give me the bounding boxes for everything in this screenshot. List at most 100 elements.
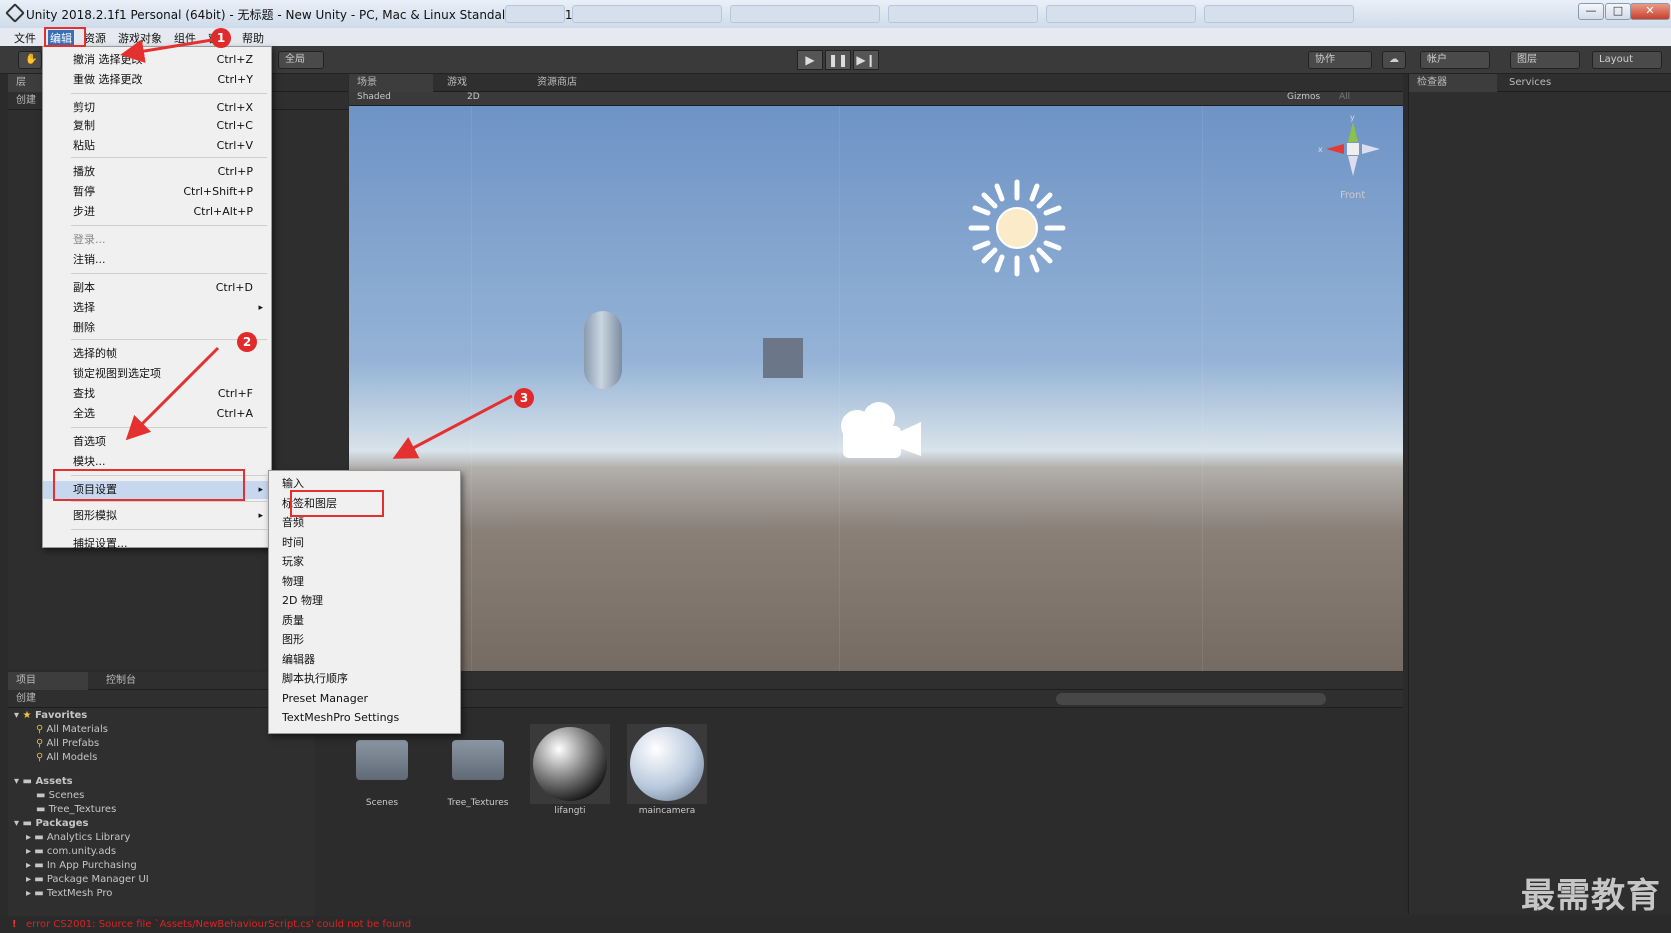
taskbar-tab[interactable] bbox=[505, 5, 565, 23]
tree-item[interactable]: ▸ ▬ In App Purchasing bbox=[26, 860, 137, 871]
tree-item-label: All Prefabs bbox=[46, 738, 100, 749]
tab-console[interactable]: 控制台 bbox=[98, 672, 178, 690]
collab-dropdown[interactable]: 协作 bbox=[1308, 51, 1372, 69]
asset-folder[interactable]: Tree_Textures bbox=[438, 740, 518, 808]
cube-object[interactable] bbox=[763, 338, 803, 378]
project-settings-item[interactable]: 物理 bbox=[269, 573, 460, 591]
project-settings-item[interactable]: 脚本执行顺序 bbox=[269, 670, 460, 688]
edit-menu-item[interactable]: 复制 Ctrl+C bbox=[43, 117, 271, 135]
tab-asset-store[interactable]: 资源商店 bbox=[529, 74, 629, 92]
menu-help[interactable]: 帮助 bbox=[242, 30, 264, 46]
edit-menu-item[interactable]: 首选项 bbox=[43, 433, 271, 451]
taskbar-tab[interactable] bbox=[888, 5, 1038, 23]
submenu-item-label: 物理 bbox=[282, 574, 304, 588]
project-settings-item[interactable]: 时间 bbox=[269, 534, 460, 552]
close-button[interactable]: ✕ bbox=[1630, 3, 1670, 20]
edit-menu-item[interactable]: 步进 Ctrl+Alt+P bbox=[43, 203, 271, 221]
edit-menu-item[interactable]: 撤消 选择更改 Ctrl+Z bbox=[43, 51, 271, 69]
taskbar-tab[interactable] bbox=[1046, 5, 1196, 23]
maximize-button[interactable]: □ bbox=[1605, 3, 1631, 20]
camera-icon[interactable] bbox=[829, 396, 929, 466]
tree-item[interactable]: ⚲ All Models bbox=[36, 752, 97, 763]
hand-tool-button[interactable]: ✋ bbox=[18, 51, 42, 69]
tree-item[interactable]: ▸ ▬ Package Manager UI bbox=[26, 874, 149, 885]
submenu-item-label: 玩家 bbox=[282, 555, 304, 568]
asset-folder[interactable]: Scenes bbox=[342, 740, 422, 808]
scene-search[interactable]: All bbox=[1339, 92, 1350, 102]
edit-menu-item[interactable]: 粘贴 Ctrl+V bbox=[43, 137, 271, 155]
menu-item-label: 锁定视图到选定项 bbox=[73, 367, 161, 380]
edit-menu-item[interactable]: 播放 Ctrl+P bbox=[43, 163, 271, 181]
layers-dropdown[interactable]: 图层 bbox=[1510, 51, 1580, 69]
layout-dropdown[interactable]: Layout bbox=[1592, 51, 1662, 69]
edit-menu-item[interactable]: 暂停 Ctrl+Shift+P bbox=[43, 183, 271, 201]
project-settings-item[interactable]: Preset Manager bbox=[269, 690, 460, 708]
scene-viewport[interactable] bbox=[349, 106, 1403, 671]
tab-game[interactable]: 游戏 bbox=[439, 74, 519, 92]
edit-menu-item[interactable]: 全选 Ctrl+A bbox=[43, 405, 271, 423]
tree-item[interactable]: ▸ ▬ com.unity.ads bbox=[26, 846, 116, 857]
edit-menu-item[interactable]: 登录... bbox=[43, 231, 271, 249]
asset-material[interactable]: maincamera bbox=[627, 724, 707, 816]
project-create-dropdown[interactable]: 创建 bbox=[8, 690, 36, 708]
tree-item[interactable]: ⚲ All Materials bbox=[36, 724, 108, 735]
menu-item-label: 查找 bbox=[73, 387, 95, 400]
tree-item[interactable]: ▸ ▬ TextMesh Pro bbox=[26, 888, 112, 899]
edit-menu-item[interactable]: 重做 选择更改 Ctrl+Y bbox=[43, 71, 271, 89]
play-button[interactable]: ▶ bbox=[797, 50, 823, 70]
capsule-object[interactable] bbox=[584, 311, 622, 389]
grid-line bbox=[839, 106, 840, 671]
taskbar-tab[interactable] bbox=[572, 5, 722, 23]
tab-scene[interactable]: 场景 bbox=[349, 74, 433, 92]
taskbar-tab[interactable] bbox=[1204, 5, 1354, 23]
tree-item[interactable]: ▬ Tree_Textures bbox=[36, 804, 116, 815]
create-dropdown[interactable]: 创建 bbox=[8, 92, 36, 110]
project-settings-item[interactable]: 编辑器 bbox=[269, 651, 460, 669]
edit-menu-item[interactable]: 查找 Ctrl+F bbox=[43, 385, 271, 403]
project-settings-item[interactable]: 图形 bbox=[269, 631, 460, 649]
tab-services[interactable]: Services bbox=[1501, 74, 1581, 92]
tree-item[interactable]: ▬ Scenes bbox=[36, 790, 84, 801]
edit-menu-item[interactable]: 剪切 Ctrl+X bbox=[43, 99, 271, 117]
project-settings-item[interactable]: 2D 物理 bbox=[269, 592, 460, 610]
edit-menu-item[interactable]: 删除 bbox=[43, 319, 271, 337]
taskbar-tab[interactable] bbox=[730, 5, 880, 23]
project-settings-item[interactable]: 玩家 bbox=[269, 553, 460, 571]
favorites-label[interactable]: ▾ ★ Favorites bbox=[14, 710, 87, 721]
menu-gameobject[interactable]: 游戏对象 bbox=[118, 30, 162, 46]
menu-item-shortcut: Ctrl+X bbox=[216, 101, 253, 114]
edit-menu-item[interactable]: 锁定视图到选定项 bbox=[43, 365, 271, 383]
directional-light-icon[interactable] bbox=[967, 178, 1067, 278]
edit-menu-item[interactable]: 选择 ▸ bbox=[43, 299, 271, 317]
step-button[interactable]: ▶❙ bbox=[853, 50, 879, 70]
tab-inspector[interactable]: 检查器 bbox=[1409, 74, 1497, 92]
status-bar[interactable]: ! error CS2001: Source file `Assets/NewB… bbox=[0, 916, 1671, 933]
tree-item[interactable]: ▸ ▬ Analytics Library bbox=[26, 832, 130, 843]
global-toggle[interactable]: 全局 bbox=[278, 51, 324, 69]
minimize-button[interactable]: — bbox=[1578, 3, 1604, 20]
packages-folder[interactable]: ▾ ▬ Packages bbox=[14, 818, 88, 829]
project-settings-item[interactable]: 质量 bbox=[269, 612, 460, 630]
shading-mode-dropdown[interactable]: Shaded bbox=[357, 92, 391, 102]
menu-component[interactable]: 组件 bbox=[174, 30, 196, 46]
asset-material[interactable]: lifangti bbox=[530, 724, 610, 816]
pause-button[interactable]: ❚❚ bbox=[825, 50, 851, 70]
assets-folder[interactable]: ▾ ▬ Assets bbox=[14, 776, 73, 787]
edit-menu-item[interactable]: 图形模拟 ▸ bbox=[43, 507, 271, 525]
scene-orientation-gizmo[interactable]: y x Front bbox=[1318, 112, 1388, 202]
edit-menu-item[interactable]: 选择的帧 bbox=[43, 345, 271, 363]
tree-item[interactable]: ⚲ All Prefabs bbox=[36, 738, 99, 749]
tab-project[interactable]: 项目 bbox=[8, 672, 88, 690]
title-bar: Unity 2018.2.1f1 Personal (64bit) - 无标题 … bbox=[0, 0, 1671, 28]
menu-assets[interactable]: 资源 bbox=[84, 30, 106, 46]
menu-file[interactable]: 文件 bbox=[14, 30, 36, 46]
2d-toggle[interactable]: 2D bbox=[467, 92, 480, 102]
gizmos-dropdown[interactable]: Gizmos bbox=[1287, 92, 1320, 102]
edit-menu-item[interactable]: 副本 Ctrl+D bbox=[43, 279, 271, 297]
edit-menu-item[interactable]: 注销... bbox=[43, 251, 271, 269]
project-search-input[interactable] bbox=[1056, 693, 1326, 705]
cloud-icon[interactable]: ☁ bbox=[1382, 51, 1406, 69]
account-dropdown[interactable]: 帐户 bbox=[1420, 51, 1490, 69]
project-settings-item[interactable]: TextMeshPro Settings bbox=[269, 709, 460, 727]
edit-menu-item[interactable]: 捕捉设置... bbox=[43, 535, 271, 553]
